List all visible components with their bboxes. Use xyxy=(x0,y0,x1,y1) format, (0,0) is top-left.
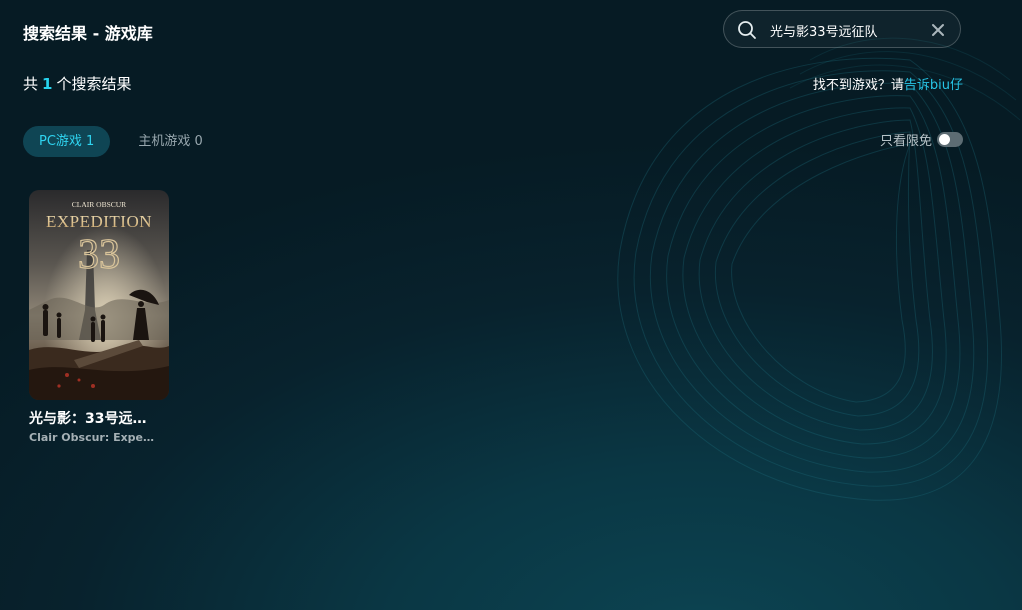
result-count-suffix: 个搜索结果 xyxy=(56,75,132,93)
search-input[interactable] xyxy=(770,20,910,40)
result-count-prefix: 共 xyxy=(23,75,39,93)
feedback-prompt: 找不到游戏？请告诉biu仔 xyxy=(813,74,963,93)
background-ring-decoration xyxy=(617,37,1021,501)
tab-console-games[interactable]: 主机游戏 0 xyxy=(122,126,218,157)
feedback-text: 找不到游戏？请 xyxy=(812,78,904,93)
free-only-filter: 只看限免 xyxy=(880,130,963,149)
search-box[interactable] xyxy=(723,10,961,48)
page-title: 搜索结果 - 游戏库 xyxy=(23,24,153,43)
feedback-link[interactable]: 告诉biu仔 xyxy=(904,78,963,93)
cover-number-text: 33 xyxy=(78,232,120,278)
result-count-number: 1 xyxy=(42,75,53,93)
close-icon[interactable] xyxy=(930,22,946,38)
game-cover-image: CLAIR OBSCUR EXPEDITION 33 xyxy=(29,190,169,400)
game-subtitle: Clair Obscur: Expedition 33 xyxy=(29,431,161,444)
cover-subtitle-text: CLAIR OBSCUR xyxy=(72,200,126,209)
search-icon[interactable] xyxy=(737,20,757,40)
game-card[interactable]: CLAIR OBSCUR EXPEDITION 33 光与影：33号远征队 Cl… xyxy=(29,190,169,444)
tab-pc-games[interactable]: PC游戏 1 xyxy=(23,126,111,157)
cover-title-text: EXPEDITION xyxy=(46,212,152,231)
game-title[interactable]: 光与影：33号远征队 xyxy=(29,408,159,428)
free-only-label: 只看限免 xyxy=(879,134,932,149)
result-count: 共 1 个搜索结果 xyxy=(23,73,131,94)
toggle-knob xyxy=(939,134,950,145)
platform-tabs: PC游戏 1 主机游戏 0 xyxy=(23,126,231,157)
free-only-toggle[interactable] xyxy=(937,132,963,147)
